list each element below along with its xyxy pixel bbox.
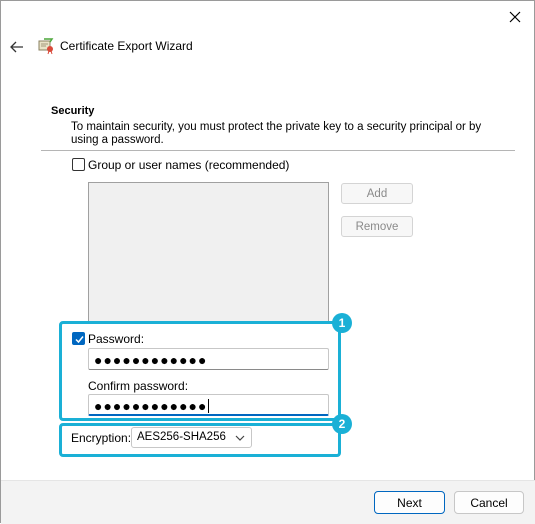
certificate-icon bbox=[37, 37, 55, 55]
annotation-badge-2: 2 bbox=[332, 414, 352, 434]
back-button[interactable] bbox=[7, 37, 27, 57]
section-divider bbox=[41, 150, 515, 151]
annotation-box-1 bbox=[59, 321, 341, 421]
cancel-button[interactable]: Cancel bbox=[454, 491, 524, 514]
group-user-list[interactable] bbox=[88, 182, 329, 322]
group-checkbox-label[interactable]: Group or user names (recommended) bbox=[88, 158, 289, 172]
security-description: To maintain security, you must protect t… bbox=[71, 121, 482, 146]
next-button[interactable]: Next bbox=[374, 491, 445, 514]
group-checkbox[interactable] bbox=[72, 158, 85, 171]
close-icon bbox=[509, 11, 521, 23]
add-button[interactable]: Add bbox=[341, 183, 413, 204]
wizard-window: Certificate Export Wizard Security To ma… bbox=[0, 0, 535, 524]
remove-button[interactable]: Remove bbox=[341, 216, 413, 237]
back-arrow-icon bbox=[10, 41, 23, 53]
window-title: Certificate Export Wizard bbox=[60, 39, 193, 53]
annotation-box-2 bbox=[59, 423, 341, 457]
security-heading: Security bbox=[51, 105, 95, 117]
annotation-badge-1: 1 bbox=[332, 313, 352, 333]
close-button[interactable] bbox=[504, 7, 526, 27]
